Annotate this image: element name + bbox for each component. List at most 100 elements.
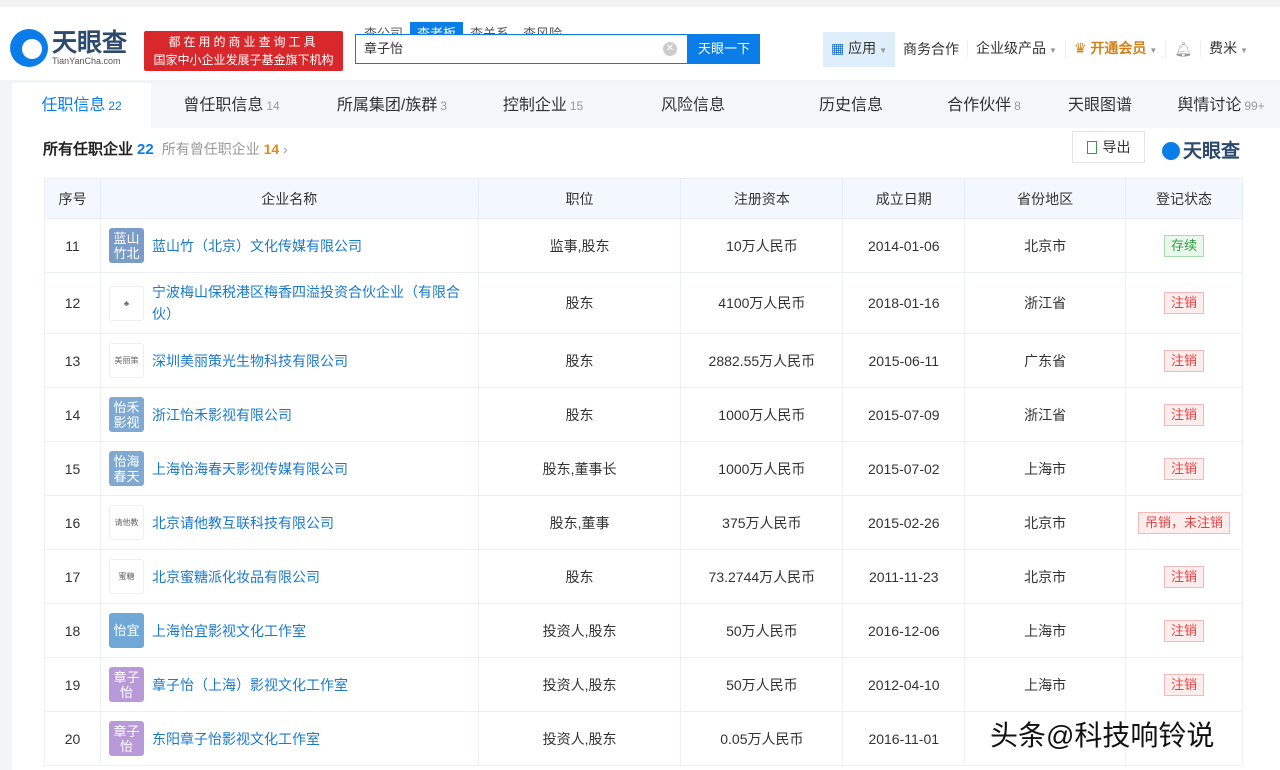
user-menu[interactable]: 费米 ▼ [1201, 40, 1256, 59]
section-title: 所有任职企业 [43, 141, 134, 158]
status-cell: 注销 [1125, 657, 1243, 712]
slogan-line2: 国家中小企业发展子基金旗下机构 [153, 53, 334, 67]
capital: 73.2744万人民币 [680, 549, 844, 604]
tab-label: 风险信息 [660, 97, 725, 114]
search-value: 章子怡 [364, 41, 404, 56]
row-no: 15 [44, 441, 101, 496]
company-link[interactable]: 蓝山竹（北京）文化传媒有限公司 [152, 235, 362, 257]
status-cell: 存续 [1125, 218, 1243, 273]
company-logo: 章子怡 [108, 721, 144, 756]
table-row: 15 怡海春天 上海怡海春天影视传媒有限公司 股东,董事长 1000万人民币 20… [44, 441, 1243, 496]
company-link[interactable]: 北京请他教互联科技有限公司 [152, 512, 334, 534]
table-row: 13 美丽策 深圳美丽策光生物科技有限公司 股东 2882.55万人民币 2015… [44, 333, 1243, 388]
region: 北京市 [964, 549, 1127, 604]
tab-groups[interactable]: 所属集团/族群 3 [312, 83, 472, 128]
apps-label: 应用 [848, 39, 877, 56]
past-companies-link[interactable]: 所有曾任职企业 14 › [162, 141, 288, 157]
tab-label: 所属集团/族群 [336, 97, 438, 114]
company-logo: 蓝山竹北 [108, 228, 144, 263]
col-company: 企业名称 [99, 178, 479, 219]
status-badge: 注销 [1164, 292, 1205, 314]
company-link[interactable]: 深圳美丽策光生物科技有限公司 [152, 350, 348, 372]
chevron-down-icon: ▼ [1049, 45, 1057, 55]
export-button[interactable]: 导出 [1072, 131, 1145, 163]
status-badge: 注销 [1164, 565, 1205, 588]
company-link[interactable]: 章子怡（上海）影视文化工作室 [152, 674, 348, 696]
company-link[interactable]: 东阳章子怡影视文化工作室 [152, 728, 320, 750]
capital: 10万人民币 [680, 218, 844, 273]
search-input[interactable]: 章子怡 ✕ [355, 34, 688, 64]
status-cell: 注销 [1125, 272, 1243, 334]
row-no: 11 [44, 218, 101, 273]
tab-count: 15 [569, 99, 584, 113]
company-link[interactable]: 浙江怡禾影视有限公司 [152, 404, 292, 426]
company-cell: 章子怡 章子怡（上海）影视文化工作室 [99, 657, 479, 712]
col-status: 登记状态 [1125, 178, 1243, 219]
col-capital: 注册资本 [680, 178, 844, 219]
enterprise-menu[interactable]: 企业级产品 ▼ [968, 39, 1066, 59]
role: 投资人,股东 [477, 603, 682, 658]
tianyancha-logo[interactable]: 天眼查 TianYanCha.com [10, 29, 127, 67]
status-cell: 注销 [1125, 549, 1243, 604]
profile-tabs: 任职信息 22 曾任职信息 14 所属集团/族群 3 控制企业 15 风险信息 历史信息… [12, 83, 1280, 128]
capital: 1000万人民币 [680, 387, 844, 442]
tab-count: 99+ [1244, 99, 1265, 113]
tab-risk[interactable]: 风险信息 [614, 83, 772, 128]
company-link[interactable]: 上海怡海春天影视传媒有限公司 [152, 458, 348, 480]
founded-date: 2011-11-23 [842, 549, 966, 604]
enterprise-label: 企业级产品 [976, 39, 1047, 56]
business-link[interactable]: 商务合作 [895, 41, 969, 57]
watermark: 头条@科技响铃说 [990, 720, 1215, 751]
excel-icon [1086, 141, 1097, 154]
company-link[interactable]: 北京蜜糖派化妆品有限公司 [152, 566, 320, 588]
tab-label: 曾任职信息 [183, 97, 264, 114]
section-header: 所有任职企业 22 所有曾任职企业 14 › [43, 138, 288, 159]
table-header: 序号 企业名称 职位 注册资本 成立日期 省份地区 登记状态 [44, 178, 1243, 219]
region: 上海市 [964, 441, 1127, 496]
founded-date: 2015-02-26 [842, 495, 966, 550]
company-cell: 蜜糖 北京蜜糖派化妆品有限公司 [99, 549, 479, 604]
founded-date: 2014-01-06 [842, 218, 966, 273]
founded-date: 2015-06-11 [842, 333, 966, 388]
company-cell: 怡宜 上海怡宜影视文化工作室 [99, 603, 479, 658]
apps-menu[interactable]: ▦ 应用 ▼ [823, 31, 896, 67]
table-row: 17 蜜糖 北京蜜糖派化妆品有限公司 股东 73.2744万人民币 2011-11… [44, 549, 1243, 604]
company-logo: 美丽策 [108, 343, 144, 378]
role: 股东 [477, 272, 682, 334]
tab-label: 任职信息 [41, 97, 106, 114]
positions-table: 序号 企业名称 职位 注册资本 成立日期 省份地区 登记状态 11 蓝山竹北 蓝山… [44, 178, 1243, 766]
tab-current-positions[interactable]: 任职信息 22 [12, 83, 151, 128]
capital: 1000万人民币 [680, 441, 844, 496]
tab-past-positions[interactable]: 曾任职信息 14 [151, 83, 312, 128]
vip-menu[interactable]: ♛ 开通会员 ▼ [1066, 39, 1167, 59]
row-no: 19 [44, 657, 101, 712]
row-no: 16 [44, 495, 101, 550]
bell-icon[interactable]: 🔔︎ [1166, 41, 1202, 57]
company-link[interactable]: 宁波梅山保税港区梅香四溢投资合伙企业（有限合伙） [152, 281, 478, 325]
tab-count: 14 [266, 99, 280, 113]
role: 投资人,股东 [477, 657, 682, 712]
row-no: 18 [44, 603, 101, 658]
tab-graph[interactable]: 天眼图谱 [1038, 83, 1162, 128]
region: 浙江省 [964, 387, 1127, 442]
tab-label: 控制企业 [502, 97, 567, 114]
tab-label: 舆情讨论 [1177, 97, 1242, 114]
region: 浙江省 [964, 272, 1127, 334]
company-link[interactable]: 上海怡宜影视文化工作室 [152, 620, 306, 642]
status-badge: 注销 [1164, 403, 1205, 426]
tab-history[interactable]: 历史信息 [772, 83, 930, 128]
top-nav: ▦ 应用 ▼ 商务合作 企业级产品 ▼ ♛ 开通会员 ▼ 🔔︎ 费米 ▼ [823, 31, 1256, 67]
tab-sentiment[interactable]: 舆情讨论 99+ [1162, 83, 1280, 128]
capital: 0.05万人民币 [680, 711, 844, 766]
section-count: 22 [137, 141, 154, 158]
tab-partners[interactable]: 合作伙伴 8 [930, 83, 1038, 128]
founded-date: 2016-11-01 [842, 711, 966, 766]
founded-date: 2012-04-10 [842, 657, 966, 712]
clear-icon[interactable]: ✕ [663, 42, 677, 56]
tab-controlled-companies[interactable]: 控制企业 15 [472, 83, 614, 128]
past-companies-label: 所有曾任职企业 [161, 141, 260, 157]
search-button[interactable]: 天眼一下 [688, 34, 760, 64]
chevron-down-icon: ▼ [1149, 45, 1158, 55]
role: 股东 [477, 549, 682, 604]
role: 监事,股东 [477, 218, 682, 273]
